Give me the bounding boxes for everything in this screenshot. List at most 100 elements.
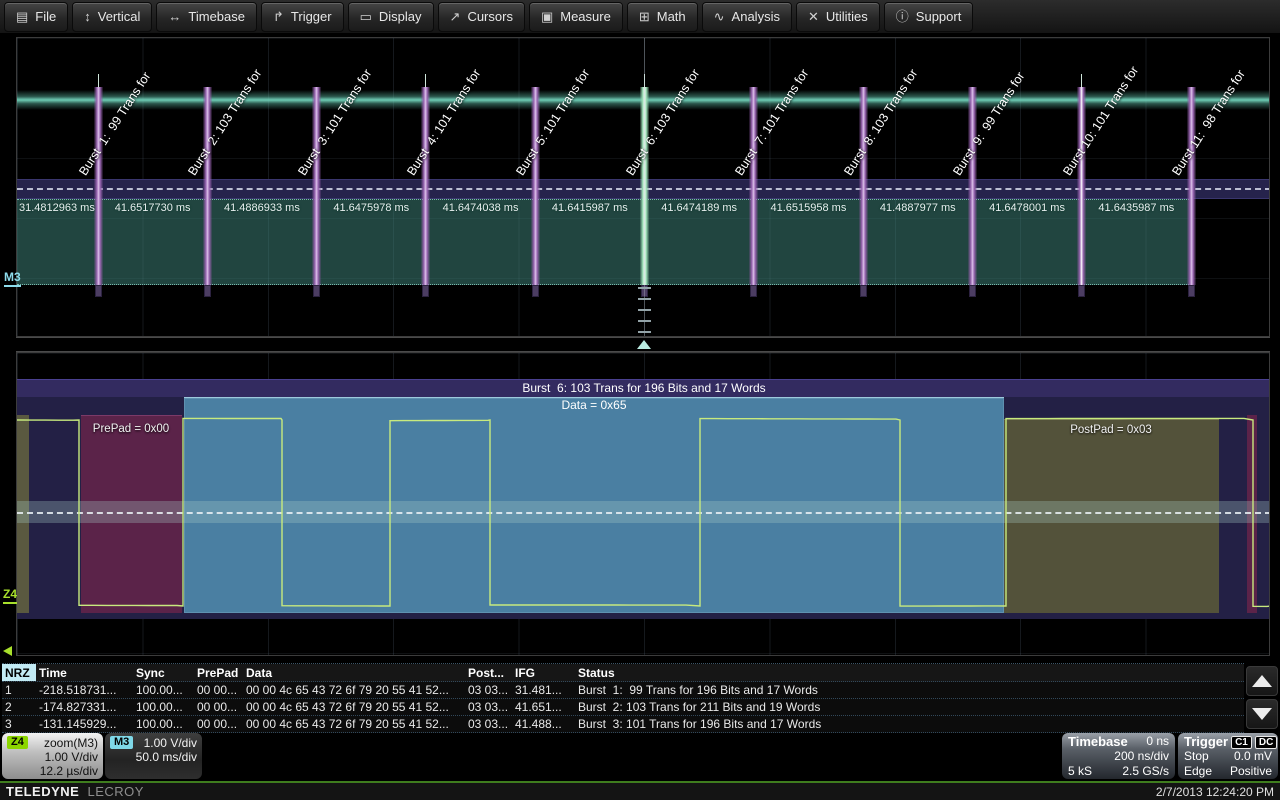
menu-bar: ▤ File ↕Vertical ↔ Timebase ↱Trigger ▭Disp… [0, 0, 1280, 34]
menu-math[interactable]: ⊞Math [627, 2, 698, 32]
burst-annotation: Burst 5: 101 Trans for [513, 67, 592, 178]
burst-annotation: Burst 1: 99 Trans for [76, 70, 153, 178]
column-header-ifg: IFG [512, 666, 575, 680]
menu-trigger[interactable]: ↱Trigger [261, 2, 344, 32]
menu-label: Utilities [826, 9, 868, 24]
timebase-offset: 0 ns [1146, 734, 1169, 749]
column-header-data: Data [243, 666, 465, 680]
interval-time-value: 41.6475978 ms [333, 202, 409, 214]
menu-support[interactable]: ⓘSupport [884, 2, 974, 32]
column-header-prepad: PrePad [194, 666, 243, 680]
postpad-label: PostPad = 0x03 [1070, 424, 1152, 436]
table-row[interactable]: 3 -131.145929... 100.00... 00 00... 00 0… [2, 716, 1244, 733]
interval-time-value: 41.4887977 ms [880, 202, 956, 214]
trigger-mode: Stop [1184, 749, 1209, 764]
burst-marker [749, 87, 758, 285]
z4-vdiv: 1.00 V/div [7, 750, 98, 764]
m3-badge: M3 [110, 736, 133, 749]
menu-label: Measure [560, 9, 611, 24]
down-arrow-icon [1252, 708, 1272, 720]
trigger-coupling-badge: DC [1255, 736, 1277, 749]
z4-descriptor-box[interactable]: Z4 zoom(M3) 1.00 V/div 12.2 µs/div [2, 733, 103, 779]
tools-icon: ✕ [808, 10, 819, 23]
menu-utilities[interactable]: ✕ Utilities [796, 2, 880, 32]
menu-measure[interactable]: ▣ Measure [529, 2, 623, 32]
interval-time-value: 41.6474038 ms [443, 202, 519, 214]
burst-annotation: Burst 6: 103 Trans for [623, 67, 702, 178]
column-header-nrz[interactable]: NRZ [2, 664, 36, 681]
burst-marker [1077, 87, 1086, 285]
cell-time: -131.145929... [36, 717, 133, 731]
cell-sync: 100.00... [133, 683, 194, 697]
table-row[interactable]: 2 -174.827331... 100.00... 00 00... 00 0… [2, 699, 1244, 716]
trace-offscreen-arrow-icon [3, 646, 12, 656]
cell-sync: 100.00... [133, 700, 194, 714]
cell-nrz: 3 [2, 717, 36, 731]
table-scroll-up-button[interactable] [1246, 666, 1278, 696]
interval-time-value: 41.6515958 ms [771, 202, 847, 214]
menu-label: Math [657, 9, 686, 24]
burst-marker [968, 87, 977, 285]
menu-label: Vertical [98, 9, 141, 24]
menu-cursors[interactable]: ↗ Cursors [438, 2, 525, 32]
menu-label: Timebase [188, 9, 245, 24]
m3-descriptor-box[interactable]: M3 1.00 V/div 50.0 ms/div [105, 733, 202, 779]
trigger-source-badge: C1 [1231, 736, 1252, 749]
interval-time-value: 41.6415987 ms [552, 202, 628, 214]
cell-time: -218.518731... [36, 683, 133, 697]
cell-status: Burst 2: 103 Trans for 211 Bits and 19 W… [575, 700, 1244, 714]
burst-annotation: Burst 3: 101 Trans for [295, 67, 374, 178]
burst-marker [531, 87, 540, 285]
z4-badge: Z4 [7, 736, 28, 749]
menu-display[interactable]: ▭Display [348, 2, 434, 32]
info-icon: ⓘ [896, 10, 909, 23]
z4-trace-label[interactable]: Z4 [3, 587, 17, 604]
menu-timebase[interactable]: ↔ Timebase [156, 2, 257, 32]
burst-annotation-line1: Burst 6: 103 Trans for 196 Bits and 17 W… [17, 381, 1270, 395]
cell-status: Burst 3: 101 Trans for 196 Bits and 17 W… [575, 717, 1244, 731]
menu-label: File [35, 9, 56, 24]
trigger-position-icon[interactable] [637, 340, 651, 349]
footer-bar: TELEDYNE LECROY 2/7/2013 12:24:20 PM [0, 781, 1280, 800]
menu-analysis[interactable]: ∿Analysis [702, 2, 792, 32]
menu-label: Cursors [467, 9, 513, 24]
trigger-box[interactable]: Trigger C1DC Stop0.0 mV EdgePositive [1178, 733, 1278, 779]
table-row[interactable]: 1 -218.518731... 100.00... 00 00... 00 0… [2, 682, 1244, 699]
burst-annotation: Burst 9: 99 Trans for [951, 70, 1028, 178]
interval-time-value: 41.6478001 ms [989, 202, 1065, 214]
trigger-type: Edge [1184, 764, 1212, 779]
cell-post: 03 03... [465, 683, 512, 697]
interval-time-value: 41.6474189 ms [661, 202, 737, 214]
burst-annotation: Burst 10: 101 Trans for [1060, 64, 1141, 178]
interval-time-value: 41.6517730 ms [115, 202, 191, 214]
burst-marker [312, 87, 321, 285]
column-header-sync: Sync [133, 666, 194, 680]
chart-icon: ∿ [714, 10, 725, 23]
table-scroll-down-button[interactable] [1246, 699, 1278, 729]
cursor-arrow-icon: ↗ [450, 10, 461, 23]
zoom-waveform-panel[interactable]: Burst 6: 103 Trans for 196 Bits and 17 W… [16, 352, 1270, 656]
m3-tdiv: 50.0 ms/div [110, 750, 197, 764]
burst-marker [421, 87, 430, 285]
up-arrow-icon [1252, 675, 1272, 687]
menu-file[interactable]: ▤ File [4, 2, 68, 32]
horizontal-arrows-icon: ↔ [168, 10, 181, 23]
prepad-label: PrePad = 0x00 [93, 423, 169, 435]
interval-time-value: 41.6435987 ms [1098, 202, 1174, 214]
column-header-post: Post... [465, 666, 512, 680]
timebase-box[interactable]: Timebase0 ns 200 ns/div 5 kS2.5 GS/s [1062, 733, 1175, 779]
cell-post: 03 03... [465, 717, 512, 731]
measure-doc-icon: ▣ [541, 10, 553, 23]
brand-teledyne: TELEDYNE [6, 784, 79, 799]
burst-marker [1187, 87, 1196, 285]
m3-trace-label[interactable]: M3 [4, 270, 21, 287]
cell-data: 00 00 4c 65 43 72 6f 79 20 55 41 52... [243, 683, 465, 697]
timebase-samples: 5 kS [1068, 764, 1092, 779]
trigger-title: Trigger [1184, 734, 1228, 749]
burst-annotation: Burst 8: 103 Trans for [841, 67, 920, 178]
burst-marker [203, 87, 212, 285]
timebase-scale: 200 ns/div [1114, 749, 1169, 764]
file-icon: ▤ [16, 10, 28, 23]
menu-vertical[interactable]: ↕Vertical [72, 2, 152, 32]
upper-waveform-panel[interactable]: Burst 1: 99 Trans for Burst 2: 103 Trans… [16, 37, 1270, 337]
